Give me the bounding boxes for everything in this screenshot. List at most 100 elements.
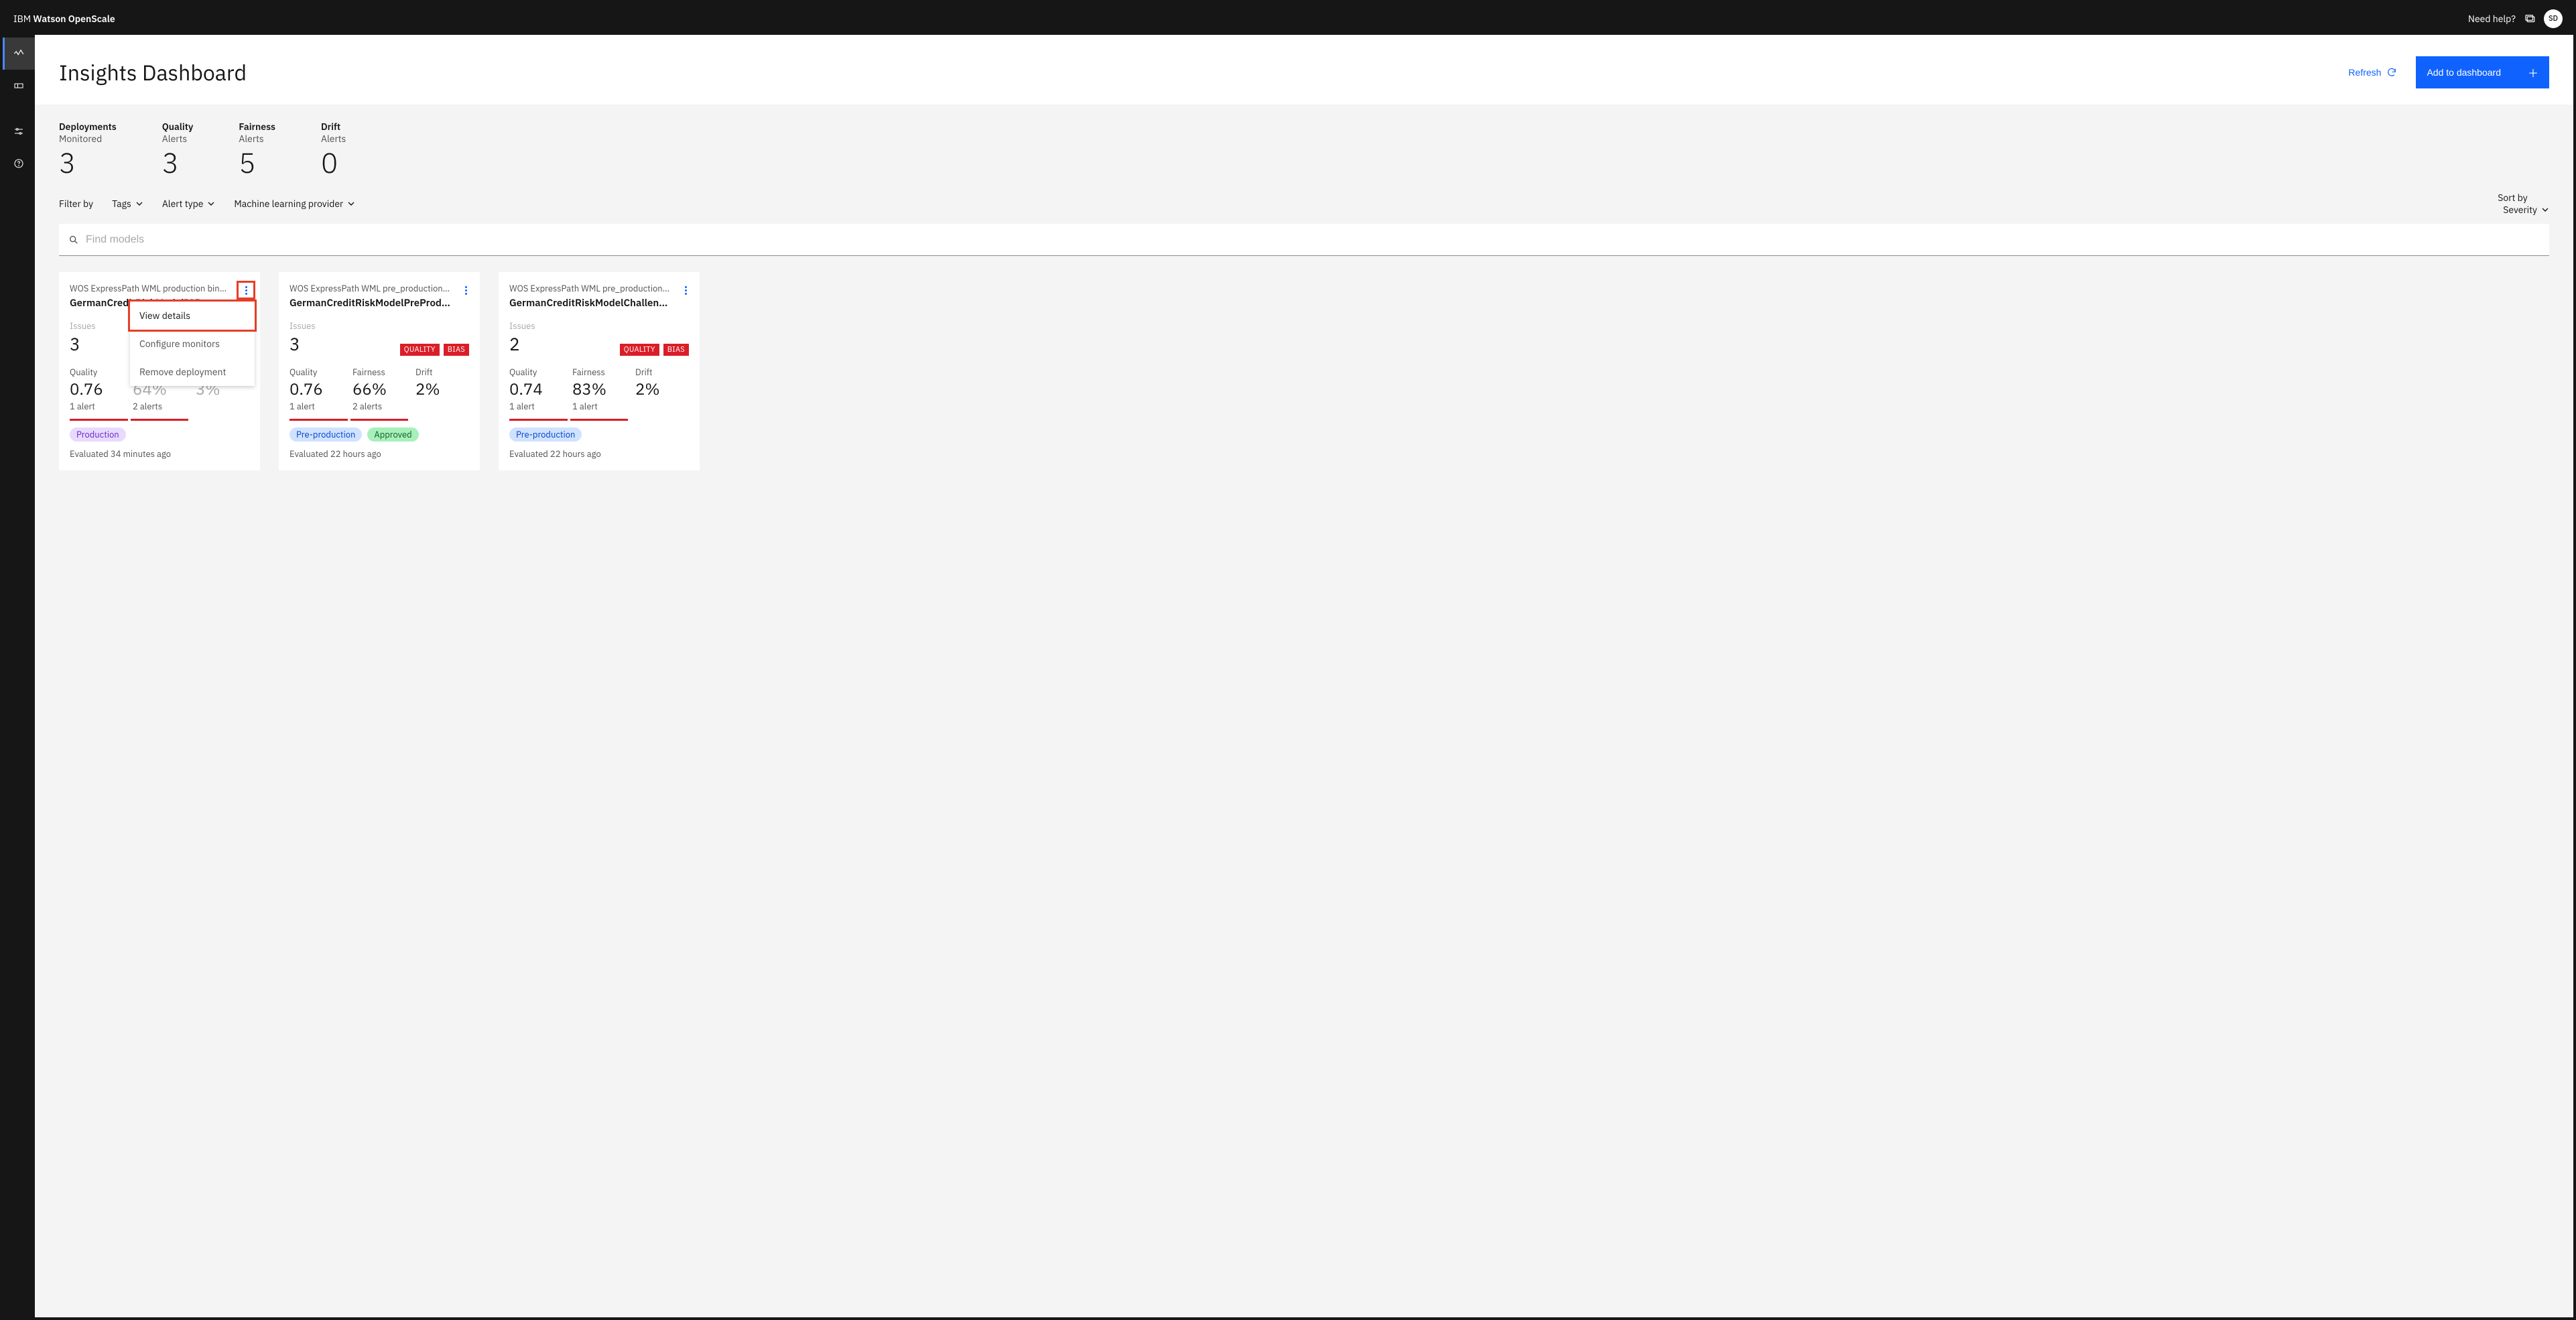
metric-quality: Quality0.761 alert (289, 367, 336, 412)
risk-bar (70, 419, 249, 421)
risk-segment (570, 419, 629, 421)
card-binding: WOS ExpressPath WML production bindi… (70, 283, 249, 294)
menu-remove-deployment[interactable]: Remove deployment (130, 358, 255, 386)
metrics-row: Quality0.761 alertFairness66%2 alertsDri… (289, 367, 469, 412)
metric-label: Quality (509, 367, 556, 378)
chevron-down-icon (347, 200, 355, 208)
filter-by-label: Filter by (59, 198, 93, 210)
alert-pill: BIAS (663, 344, 689, 356)
card-model-name: GermanCreditRiskModelChalleng… (509, 297, 689, 310)
deployment-card[interactable]: WOS ExpressPath WML production bindi…Ger… (59, 272, 260, 470)
filter-alert-type-dropdown[interactable]: Alert type (162, 198, 216, 210)
env-tags: Pre-production Approved (289, 427, 469, 442)
metrics-row: Quality0.741 alertFairness83%1 alertDrif… (509, 367, 689, 412)
metric-label: Fairness (352, 367, 399, 378)
stat-value: 3 (162, 147, 194, 178)
env-tags: Production (70, 427, 249, 442)
search-input[interactable] (86, 234, 2540, 246)
alert-pill: BIAS (444, 344, 469, 356)
nav-item-settings[interactable] (3, 115, 35, 147)
risk-segment (70, 419, 128, 421)
evaluated-text: Evaluated 34 minutes ago (70, 448, 249, 460)
stat-sub: Alerts (239, 133, 275, 145)
issues-count: 3 (70, 333, 96, 356)
stat-sub: Alerts (321, 133, 346, 145)
metric-sub: 2 alerts (133, 401, 180, 412)
brand-prefix: IBM (13, 13, 33, 25)
metric-value: 0.76 (70, 378, 117, 399)
menu-configure-monitors[interactable]: Configure monitors (130, 330, 255, 358)
issues-count: 2 (509, 333, 535, 356)
card-overflow-menu-button[interactable] (239, 283, 253, 298)
metric-label: Quality (70, 367, 117, 378)
filter-provider-dropdown[interactable]: Machine learning provider (234, 198, 355, 210)
env-tag: Pre-production (509, 427, 582, 442)
menu-view-details[interactable]: View details (130, 302, 255, 330)
card-overflow-menu: View detailsConfigure monitorsRemove dep… (130, 302, 255, 386)
risk-segment (131, 419, 189, 421)
stat-quality: Quality Alerts 3 (162, 121, 194, 178)
stat-sub: Alerts (162, 133, 194, 145)
issues-count: 3 (289, 333, 316, 356)
alert-pill: QUALITY (400, 344, 440, 356)
stat-value: 5 (239, 147, 275, 178)
metric-sub: 2 alerts (352, 401, 399, 412)
stat-title: Fairness (239, 121, 275, 133)
alert-pills: QUALITY BIAS (400, 344, 469, 356)
metric-sub: 1 alert (509, 401, 556, 412)
kebab-icon (685, 286, 687, 295)
issues-label: Issues (70, 320, 96, 332)
metric-quality: Quality0.741 alert (509, 367, 556, 412)
risk-bar (509, 419, 689, 421)
metric-fairness: Fairness83%1 alert (572, 367, 619, 412)
nav-item-help[interactable] (3, 147, 35, 180)
nav-item-tickets[interactable] (3, 70, 35, 102)
need-help-label[interactable]: Need help? (2468, 13, 2516, 25)
stat-value: 0 (321, 147, 346, 178)
kebab-icon (465, 286, 467, 295)
metric-sub: 1 alert (289, 401, 336, 412)
env-tag: Approved (367, 427, 418, 442)
metric-drift: Drift2% (415, 367, 462, 412)
brand-suffix: Watson OpenScale (33, 13, 115, 25)
dd-label: Severity (2503, 204, 2537, 216)
stat-value: 3 (59, 147, 117, 178)
metric-quality: Quality0.76 1 alert (70, 367, 117, 412)
stat-drift: Drift Alerts 0 (321, 121, 346, 178)
add-to-dashboard-button[interactable]: Add to dashboard ＋ (2416, 56, 2549, 88)
card-overflow-menu-button[interactable] (678, 283, 693, 298)
nav-item-insights[interactable] (3, 38, 35, 70)
dd-label: Machine learning provider (234, 198, 343, 210)
metric-value: 2% (415, 378, 462, 399)
refresh-button[interactable]: Refresh (2348, 67, 2397, 78)
chat-icon[interactable] (2524, 13, 2536, 25)
avatar[interactable]: SD (2544, 9, 2563, 28)
sort-dropdown[interactable]: Severity (2503, 204, 2549, 216)
risk-segment (509, 419, 568, 421)
card-overflow-menu-button[interactable] (458, 283, 473, 298)
deployment-card[interactable]: WOS ExpressPath WML pre_production …Germ… (279, 272, 480, 470)
dd-label: Tags (112, 198, 131, 210)
env-tag: Pre-production (289, 427, 362, 442)
issues-row: Issues2QUALITYBIAS (509, 320, 689, 356)
chevron-down-icon (2541, 206, 2549, 214)
add-label: Add to dashboard (2427, 67, 2501, 78)
card-model-name: GermanCreditRiskModelPreProdI… (289, 297, 469, 310)
avatar-initials: SD (2549, 14, 2558, 23)
filter-tags-dropdown[interactable]: Tags (112, 198, 143, 210)
stat-title: Quality (162, 121, 194, 133)
risk-segment (289, 419, 348, 421)
metric-label: Drift (415, 367, 462, 378)
metric-label: Fairness (572, 367, 619, 378)
search-icon (68, 235, 79, 245)
search-bar[interactable] (59, 224, 2549, 256)
cards-grid: WOS ExpressPath WML production bindi… Ger… (59, 272, 2549, 470)
metric-sub: 1 alert (70, 401, 117, 412)
issues-label: Issues (289, 320, 316, 332)
deployment-card[interactable]: WOS ExpressPath WML pre_production …Germ… (499, 272, 700, 470)
env-tag: Production (70, 427, 126, 442)
metric-value: 2% (635, 378, 682, 399)
metric-value: 83% (572, 378, 619, 399)
issues-row: Issues3 QUALITY BIAS (289, 320, 469, 356)
stat-deployments: Deployments Monitored 3 (59, 121, 117, 178)
